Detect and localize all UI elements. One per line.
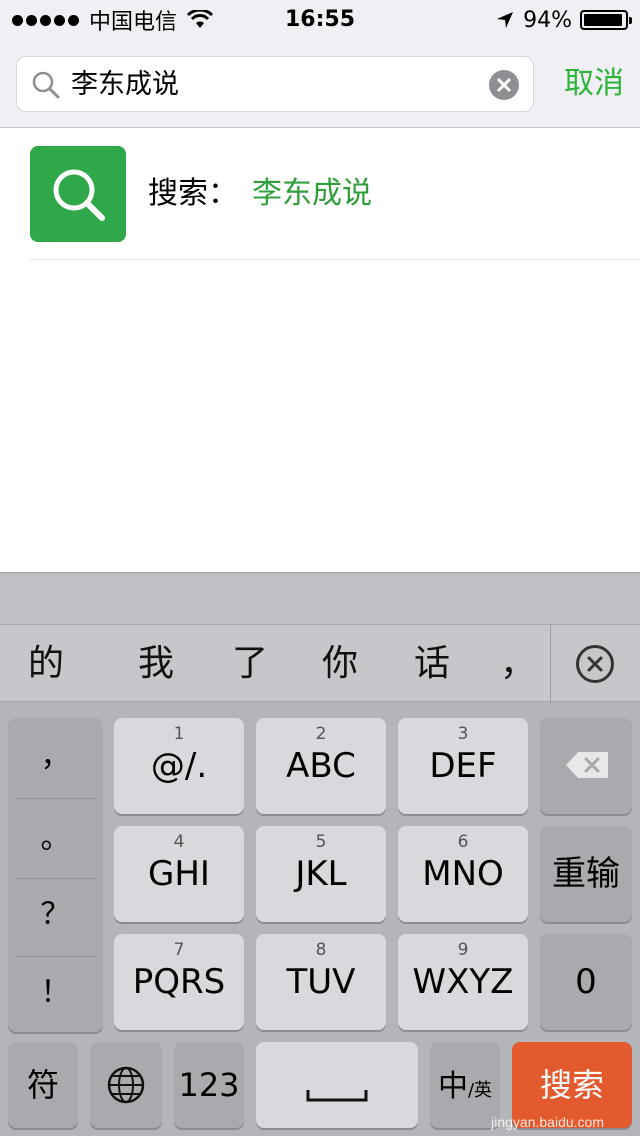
backspace-button[interactable] xyxy=(540,718,632,814)
result-query: 李东成说 xyxy=(252,176,372,211)
key-label: MNO xyxy=(422,854,504,894)
key-5[interactable]: 5 JKL xyxy=(256,826,386,922)
key-label: WXYZ xyxy=(412,962,514,1002)
keyboard-top-band xyxy=(0,572,640,624)
candidate-word[interactable]: ， xyxy=(500,625,536,703)
candidate-separator xyxy=(550,625,551,703)
key-label: DEF xyxy=(429,746,497,786)
punct-key-comma[interactable]: ， xyxy=(8,718,103,796)
zero-key[interactable]: 0 xyxy=(540,934,632,1030)
search-value: 李东成说 xyxy=(71,69,179,100)
punct-key-period[interactable]: 。 xyxy=(8,800,103,878)
punct-key-question[interactable]: ？ xyxy=(8,876,103,954)
key-7[interactable]: 7 PQRS xyxy=(114,934,244,1030)
key-3[interactable]: 3 DEF xyxy=(398,718,528,814)
globe-button[interactable] xyxy=(90,1042,162,1128)
numbers-button[interactable]: 123 xyxy=(174,1042,244,1128)
location-arrow-icon xyxy=(497,12,514,28)
key-label: JKL xyxy=(295,854,347,894)
candidate-word[interactable]: 我 xyxy=(138,625,174,703)
key-label: 重输 xyxy=(552,854,620,894)
key-number: 5 xyxy=(315,832,327,852)
key-label: 0 xyxy=(575,962,597,1002)
key-number: 4 xyxy=(173,832,185,852)
language-switch-button[interactable]: 中/英 xyxy=(430,1042,500,1128)
symbols-button[interactable]: 符 xyxy=(8,1042,78,1128)
search-header: 李东成说 取消 xyxy=(0,40,640,128)
key-number: 1 xyxy=(173,724,185,744)
punct-key-exclaim[interactable]: ！ xyxy=(8,954,103,1032)
key-number: 6 xyxy=(457,832,469,852)
divider xyxy=(16,798,95,799)
key-1[interactable]: 1 @/. xyxy=(114,718,244,814)
key-number: 2 xyxy=(315,724,327,744)
candidate-word[interactable]: 的 xyxy=(28,625,64,703)
key-number: 9 xyxy=(457,940,469,960)
punctuation-column: ， 。 ？ ！ xyxy=(8,718,103,1032)
space-bar[interactable] xyxy=(256,1042,418,1128)
lang-zh-label: 中 xyxy=(437,1069,468,1104)
result-label: 搜索： 李东成说 xyxy=(148,128,372,260)
key-number: 7 xyxy=(173,940,185,960)
cancel-button[interactable]: 取消 xyxy=(564,62,624,106)
search-result-row[interactable]: 搜索： 李东成说 xyxy=(0,128,640,260)
candidate-word[interactable]: 了 xyxy=(232,625,268,703)
key-label: TUV xyxy=(286,962,356,1002)
keyboard: 的 我 了 你 话 ， ， 。 ？ ！ 1 @/. 2 ABC 3 DEF 4 … xyxy=(0,572,640,1136)
result-prefix: 搜索： xyxy=(148,176,238,211)
battery-icon xyxy=(580,10,632,30)
battery-percent: 94% xyxy=(523,7,572,33)
close-candidates-icon[interactable] xyxy=(576,645,614,683)
search-input[interactable]: 李东成说 xyxy=(16,56,534,112)
divider xyxy=(30,259,640,260)
backspace-icon xyxy=(566,752,608,778)
key-label: ABC xyxy=(286,746,356,786)
space-icon xyxy=(306,1090,368,1102)
key-number: 8 xyxy=(315,940,327,960)
key-9[interactable]: 9 WXYZ xyxy=(398,934,528,1030)
key-6[interactable]: 6 MNO xyxy=(398,826,528,922)
globe-icon xyxy=(107,1066,145,1104)
key-label: PQRS xyxy=(132,962,226,1002)
status-right: 94% xyxy=(495,6,632,34)
key-4[interactable]: 4 GHI xyxy=(114,826,244,922)
search-icon xyxy=(32,71,60,99)
key-2[interactable]: 2 ABC xyxy=(256,718,386,814)
clear-icon[interactable] xyxy=(489,70,519,100)
search-icon xyxy=(30,146,126,242)
key-number: 3 xyxy=(457,724,469,744)
reenter-button[interactable]: 重输 xyxy=(540,826,632,922)
candidate-word[interactable]: 话 xyxy=(414,625,450,703)
key-label: @/. xyxy=(150,746,208,786)
key-label: GHI xyxy=(148,854,210,894)
lang-en-label: /英 xyxy=(467,1080,493,1101)
candidate-word[interactable]: 你 xyxy=(322,625,358,703)
status-bar: 中国电信 16:55 94% xyxy=(0,0,640,40)
watermark-text: jingyan.baidu.com xyxy=(491,1114,604,1130)
battery-fill xyxy=(584,14,622,26)
candidate-bar: 的 我 了 你 话 ， xyxy=(0,624,640,703)
key-8[interactable]: 8 TUV xyxy=(256,934,386,1030)
